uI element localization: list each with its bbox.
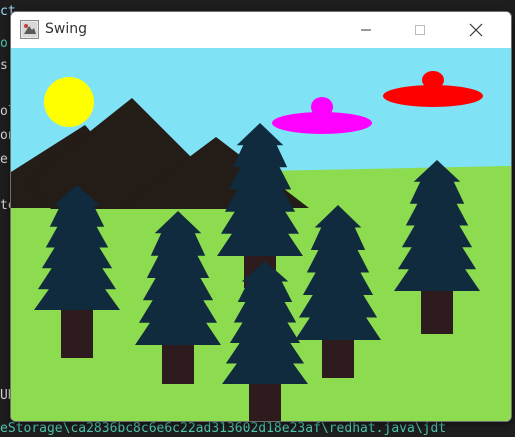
scene-svg — [11, 48, 511, 421]
java-swing-icon — [20, 20, 39, 39]
bg-path-text: eStorage\ca2836bc8c6e6c22ad313602d18e23a… — [0, 421, 447, 436]
minimize-icon — [361, 29, 371, 31]
ufo-magenta-body — [272, 112, 372, 134]
sun — [44, 77, 94, 127]
tree-trunk — [61, 306, 93, 358]
swing-window: Swing — [10, 11, 512, 422]
title-bar[interactable]: Swing — [11, 12, 511, 48]
maximize-icon — [415, 25, 425, 35]
tree-trunk — [162, 341, 194, 384]
drawing-canvas — [11, 48, 511, 421]
tree-trunk — [421, 287, 453, 334]
maximize-button[interactable] — [397, 12, 443, 48]
ufo-red-body — [383, 85, 483, 107]
tree-trunk — [322, 336, 354, 378]
minimize-button[interactable] — [343, 12, 389, 48]
close-icon — [469, 23, 483, 37]
window-title: Swing — [45, 21, 87, 37]
tree-trunk — [249, 380, 281, 421]
close-button[interactable] — [453, 12, 499, 48]
bg-code-fragment-6: e — [0, 152, 8, 167]
